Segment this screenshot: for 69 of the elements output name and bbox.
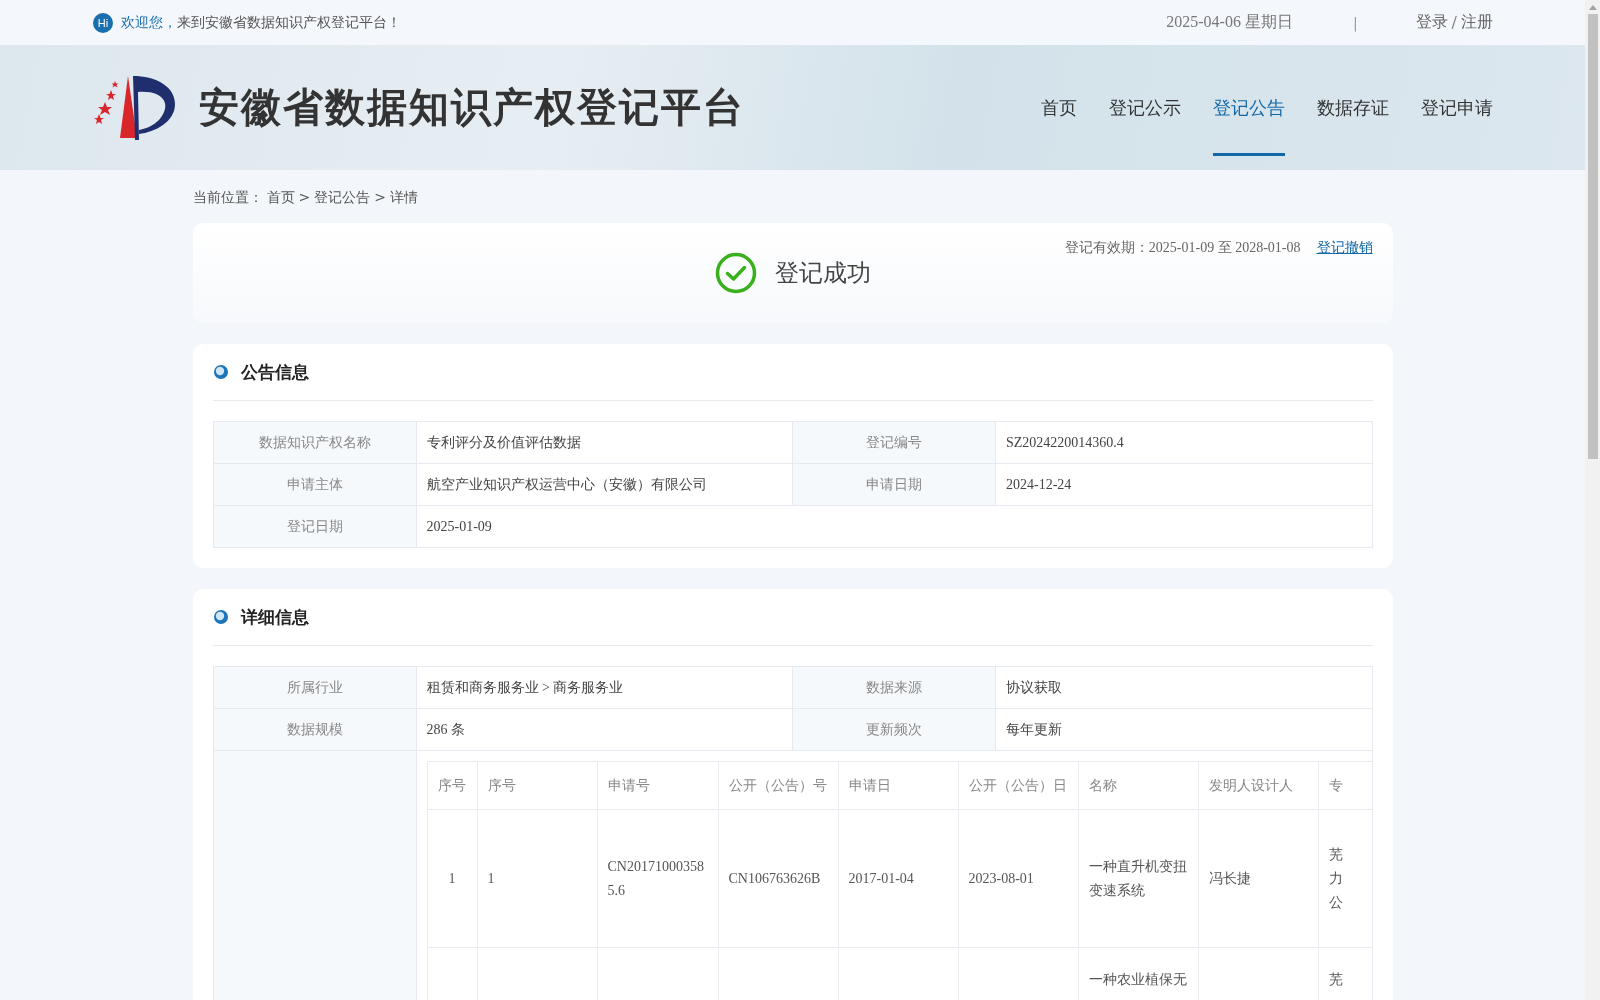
field-value: 286 条 <box>416 708 793 751</box>
table-cell-text: 一种直升机变扭变速系统 <box>1088 857 1188 900</box>
column-header: 名称 <box>1078 761 1198 810</box>
column-header: 专 <box>1318 761 1372 810</box>
field-value: 航空产业知识产权运营中心（安徽）有限公司 <box>416 463 793 506</box>
scrollbar[interactable] <box>1585 0 1600 1000</box>
welcome-text: 来到安徽省数据知识产权登记平台！ <box>177 13 401 32</box>
field-label: 登记日期 <box>213 505 416 548</box>
table-cell-text: 2023-08-01 <box>968 869 1035 888</box>
breadcrumb-current: 详情 <box>389 189 418 207</box>
field-value: 租赁和商务服务业 > 商务服务业 <box>416 666 793 709</box>
breadcrumb-link[interactable]: 首页 <box>266 189 295 207</box>
table-cell-text: CN106763626B <box>728 869 822 888</box>
nav-tab[interactable]: 登记申请 <box>1421 60 1493 156</box>
date-text: 2025-04-06 星期日 <box>1166 12 1293 32</box>
breadcrumb-separator: > <box>298 189 311 207</box>
column-header: 公开（公告）日 <box>958 761 1078 810</box>
column-header: 申请日 <box>838 761 958 810</box>
table-cell-text: 2017-01-04 <box>848 869 915 888</box>
site-title: 安徽省数据知识产权登记平台 <box>199 83 745 132</box>
field-label: 数据知识产权名称 <box>213 421 416 464</box>
column-header: 序号 <box>427 761 477 810</box>
section-title: 公告信息 <box>240 360 309 384</box>
column-header: 申请号 <box>597 761 718 810</box>
field-label: 申请主体 <box>213 463 416 506</box>
greeting-text: 欢迎您， <box>121 13 177 32</box>
table-cell-text: CN201710003585.6 <box>607 857 705 900</box>
validity-label: 登记有效期： <box>1064 239 1149 255</box>
revoke-link[interactable]: 登记撤销 <box>1316 239 1373 257</box>
bullet-icon <box>212 364 229 380</box>
column-header: 序号 <box>477 761 597 810</box>
breadcrumb-separator: > <box>374 189 386 207</box>
field-value: 每年更新 <box>995 708 1372 751</box>
hi-badge: Hi <box>93 12 113 33</box>
field-value: SZ2024220014360.4 <box>995 421 1372 464</box>
table-cell-text: 1 <box>487 869 496 888</box>
check-circle-icon <box>714 252 757 294</box>
slash: / <box>1451 13 1457 32</box>
section-title: 详细信息 <box>240 605 309 629</box>
column-header: 公开（公告）号 <box>718 761 838 810</box>
status-title: 登记成功 <box>774 258 871 289</box>
nav-tab[interactable]: 登记公示 <box>1109 60 1181 156</box>
field-label: 申请日期 <box>792 463 996 506</box>
nav-tab[interactable]: 数据存证 <box>1317 60 1389 156</box>
field-label: 更新频次 <box>792 708 996 751</box>
column-header: 发明人设计人 <box>1198 761 1318 810</box>
login-link[interactable]: 登录 <box>1415 12 1448 33</box>
field-value: 2024-12-24 <box>995 463 1372 506</box>
table-cell-text: 一种农业植保无 <box>1088 971 1188 989</box>
logo-icon <box>93 73 177 142</box>
breadcrumb-link[interactable]: 登记公告 <box>314 189 371 207</box>
nav-tab[interactable]: 登记公告 <box>1213 60 1285 156</box>
breadcrumb-label: 当前位置： <box>192 189 263 207</box>
table-cell-text: 芜力公 <box>1328 845 1343 912</box>
field-label: 所属行业 <box>213 666 416 709</box>
table-cell-text: 冯长捷 <box>1208 869 1252 888</box>
validity-period: 2025-01-09 至 2028-01-08 <box>1148 240 1301 255</box>
field-label: 数据来源 <box>792 666 996 709</box>
field-label: 数据规模 <box>213 708 416 751</box>
nav-tab[interactable]: 首页 <box>1041 60 1077 156</box>
field-value: 专利评分及价值评估数据 <box>416 421 793 464</box>
table-cell-text: 芜 <box>1328 971 1343 989</box>
separator: | <box>1352 14 1358 31</box>
register-link[interactable]: 注册 <box>1461 12 1493 33</box>
field-label: 登记编号 <box>792 421 996 464</box>
table-cell-text: 1 <box>447 869 457 888</box>
field-value: 协议获取 <box>995 666 1372 709</box>
field-value: 2025-01-09 <box>416 505 1372 548</box>
bullet-icon <box>212 609 229 625</box>
